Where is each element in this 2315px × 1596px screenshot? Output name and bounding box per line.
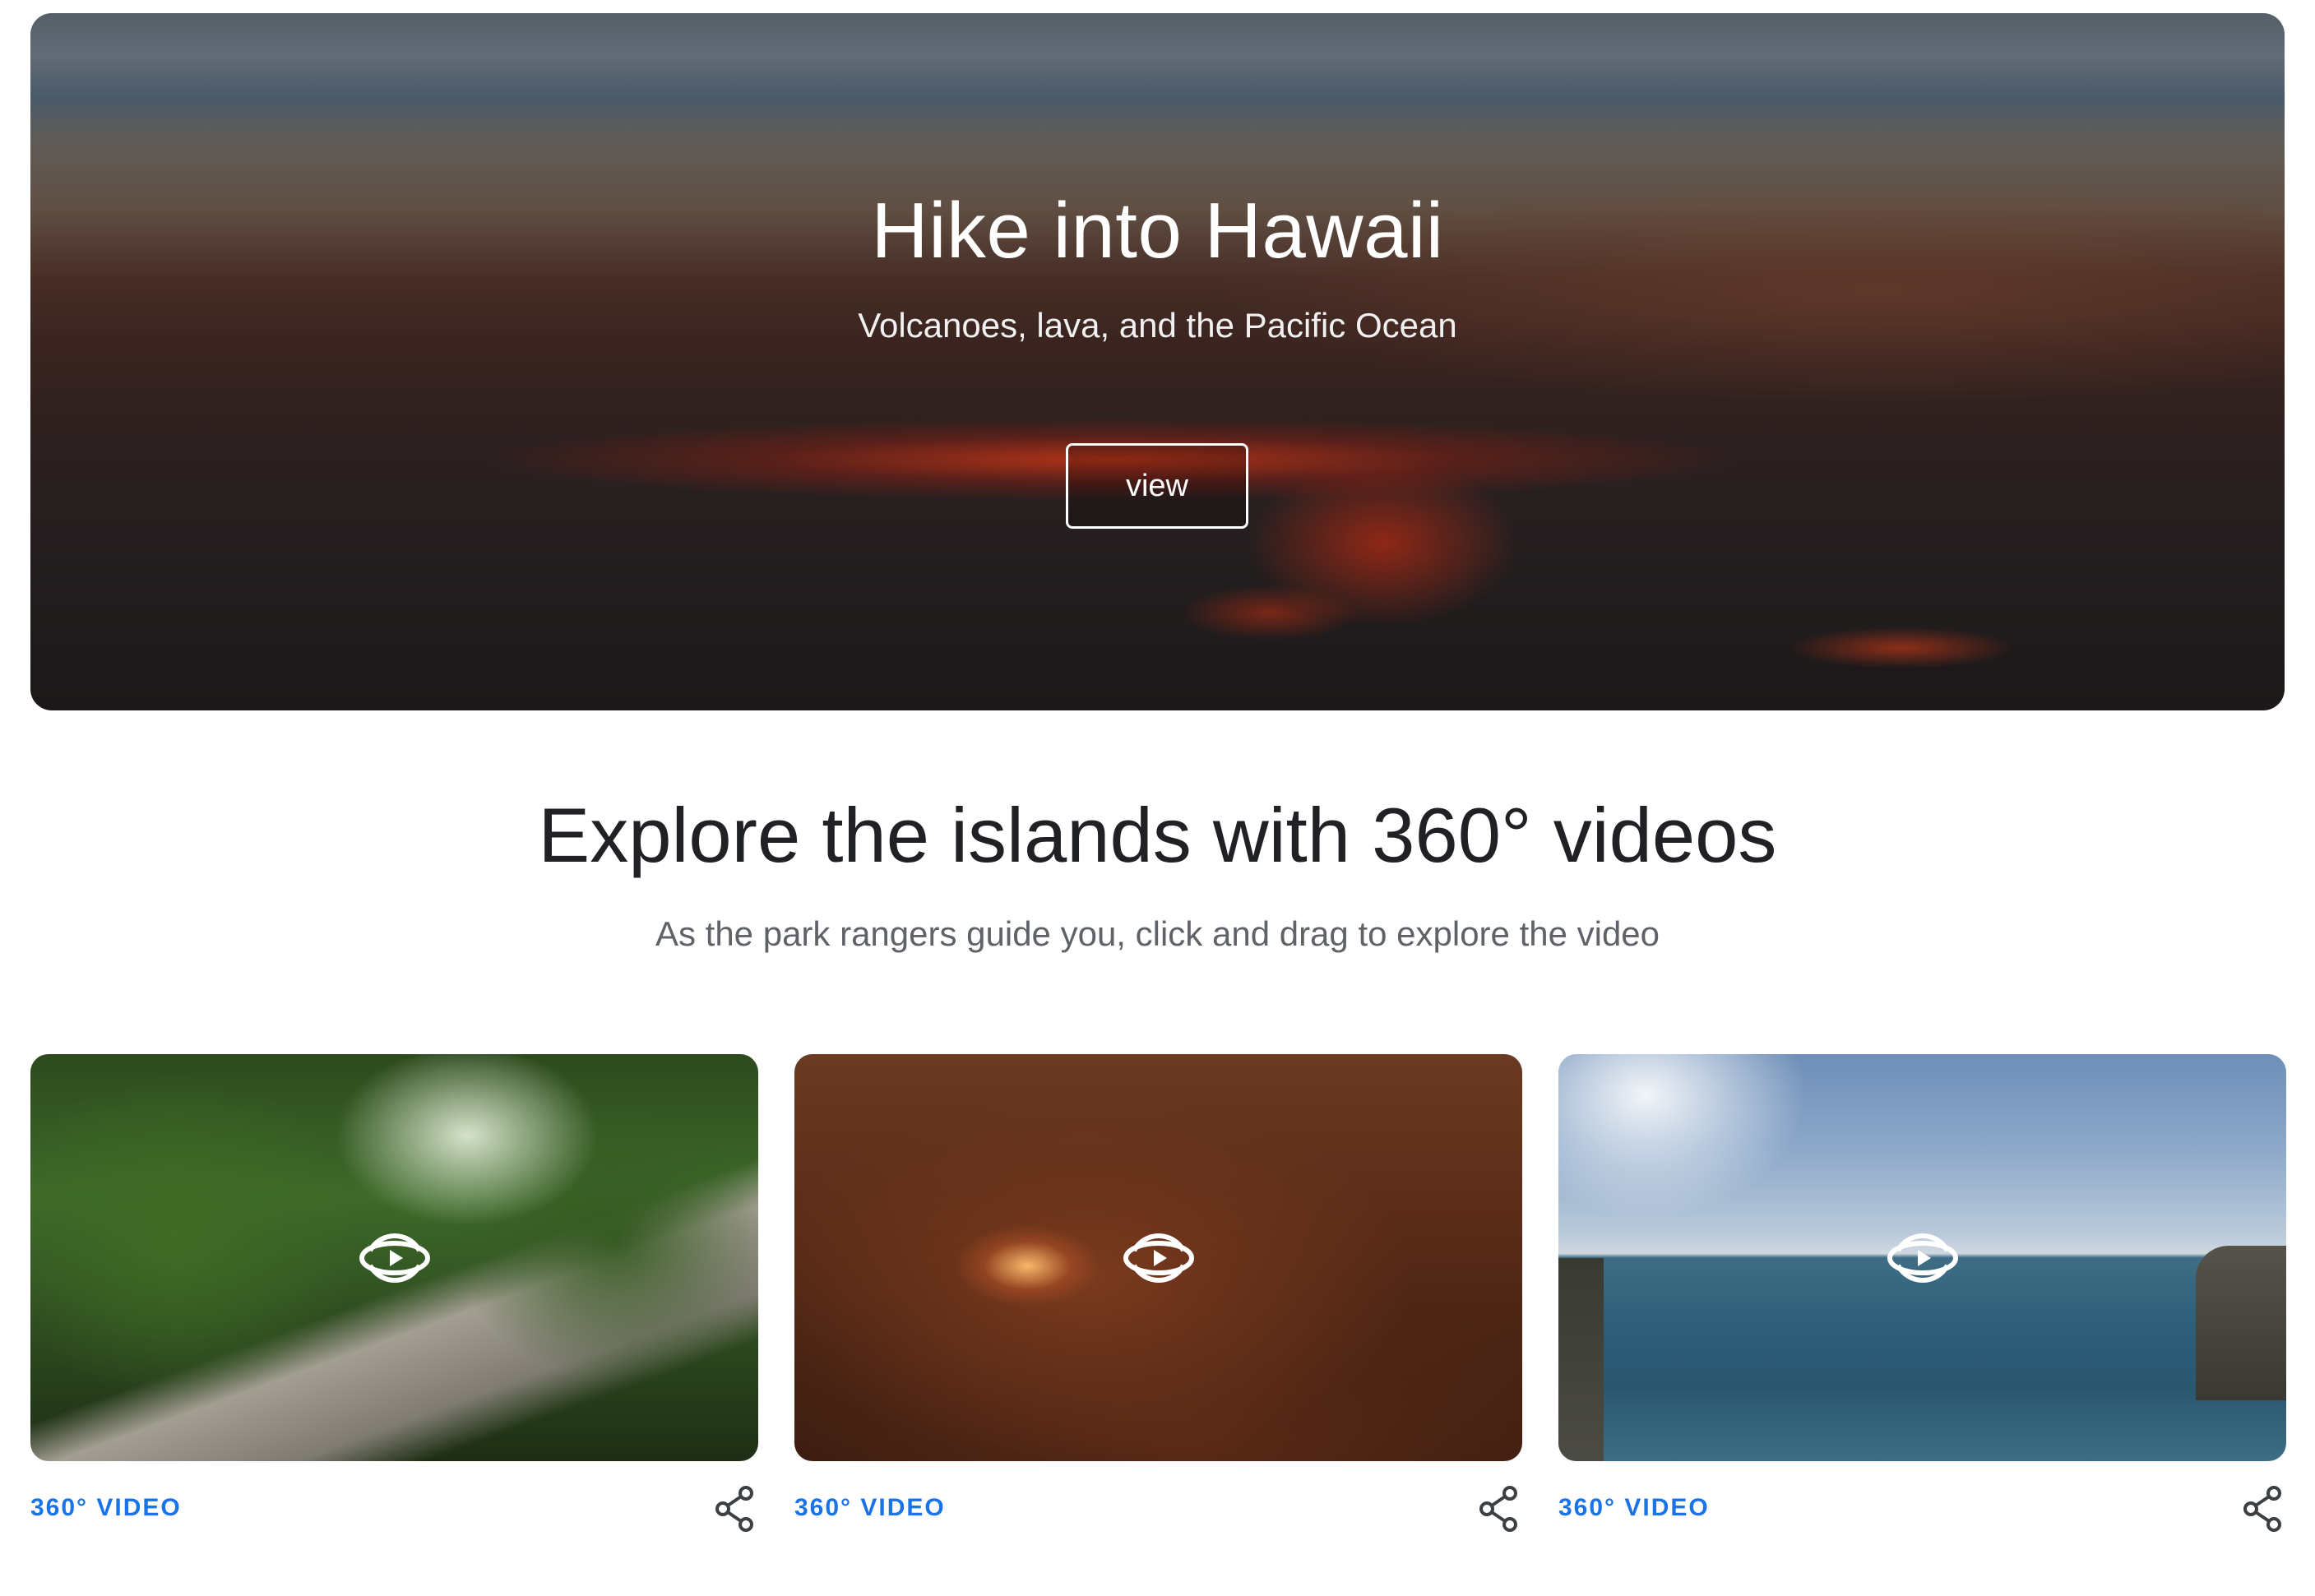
video-card: 360° VIDEO <box>30 1054 758 1538</box>
card-footer: 360° VIDEO <box>30 1461 758 1538</box>
video-card: 360° VIDEO <box>1558 1054 2286 1538</box>
video-type-label: 360° VIDEO <box>794 1494 946 1521</box>
video-card: 360° VIDEO <box>794 1054 1522 1538</box>
video-type-label: 360° VIDEO <box>1558 1494 1710 1521</box>
view-button[interactable]: view <box>1066 443 1248 529</box>
360-play-icon <box>1123 1233 1194 1283</box>
share-icon[interactable] <box>712 1485 757 1533</box>
share-icon[interactable] <box>1476 1485 1521 1533</box>
section-title: Explore the islands with 360° videos <box>538 792 1777 878</box>
card-footer: 360° VIDEO <box>1558 1461 2286 1538</box>
section-subtitle: As the park rangers guide you, click and… <box>655 914 1660 953</box>
360-play-icon <box>1887 1233 1958 1283</box>
hero-title: Hike into Hawaii <box>871 187 1444 275</box>
share-icon[interactable] <box>2240 1485 2285 1533</box>
hero-subtitle: Volcanoes, lava, and the Pacific Ocean <box>858 306 1457 345</box>
hero-content: Hike into Hawaii Volcanoes, lava, and th… <box>30 13 2285 710</box>
hero-banner: Hike into Hawaii Volcanoes, lava, and th… <box>30 13 2285 710</box>
video-thumbnail[interactable] <box>30 1054 758 1461</box>
video-thumbnail[interactable] <box>794 1054 1522 1461</box>
video-type-label: 360° VIDEO <box>30 1494 182 1521</box>
360-play-icon <box>359 1233 430 1283</box>
card-footer: 360° VIDEO <box>794 1461 1522 1538</box>
video-thumbnail[interactable] <box>1558 1054 2286 1461</box>
